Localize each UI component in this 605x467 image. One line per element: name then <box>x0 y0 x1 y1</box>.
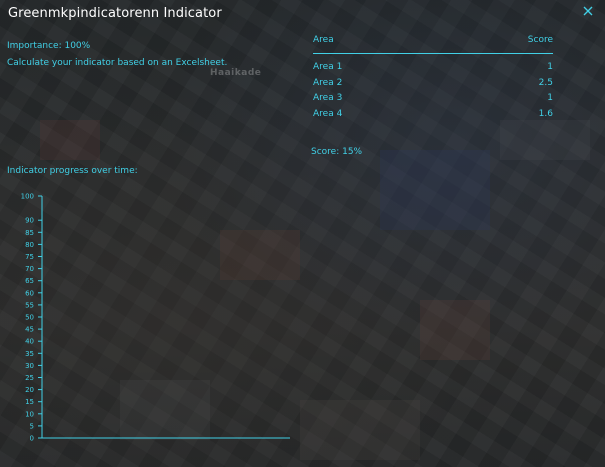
table-row: Area 2 2.5 <box>313 78 553 94</box>
column-header-area: Area <box>313 35 334 45</box>
y-tick-label: 30 <box>25 362 34 370</box>
y-tick-label: 10 <box>25 410 34 418</box>
y-tick-label: 60 <box>25 289 34 297</box>
area-cell: Area 1 <box>313 62 343 72</box>
y-tick-label: 25 <box>25 374 34 382</box>
chart-title: Indicator progress over time: <box>7 166 138 176</box>
score-cell: 1 <box>547 93 553 103</box>
score-cell: 1 <box>547 62 553 72</box>
table-row: Area 1 1 <box>313 62 553 78</box>
y-tick-label: 50 <box>25 314 34 322</box>
y-tick-label: 80 <box>25 241 34 249</box>
area-cell: Area 3 <box>313 93 343 103</box>
close-icon[interactable] <box>581 4 595 18</box>
y-tick-label: 45 <box>25 326 34 334</box>
importance-text: Importance: 100% <box>7 41 91 51</box>
progress-chart: 0 5 10 15 20 25 30 35 40 45 50 55 60 65 70 75 80 85 90 100 <box>21 193 290 443</box>
y-tick-label: 75 <box>25 253 34 261</box>
header-divider <box>313 53 553 54</box>
y-tick-label: 40 <box>25 338 34 346</box>
y-tick-label: 5 <box>30 422 34 430</box>
y-tick-label: 85 <box>25 229 34 237</box>
area-cell: Area 4 <box>313 108 343 119</box>
column-header-score: Score <box>527 35 553 45</box>
score-cell: 2.5 <box>538 77 553 88</box>
y-tick-label: 100 <box>21 193 34 201</box>
area-score-table: Area Score Area 1 1 Area 2 2.5 Area 3 1 … <box>313 35 553 124</box>
y-axis: 0 5 10 15 20 25 30 35 40 45 50 55 60 65 70 75 80 85 90 100 <box>21 193 290 443</box>
description-text: Calculate your indicator based on an Exc… <box>7 58 228 68</box>
indicator-panel: Greenmkpindicatorenn Indicator Importanc… <box>0 0 605 467</box>
y-tick-label: 70 <box>25 265 34 273</box>
area-cell: Area 2 <box>313 77 343 88</box>
y-tick-label: 15 <box>25 398 34 406</box>
score-cell: 1.6 <box>538 108 553 119</box>
panel-title: Greenmkpindicatorenn Indicator <box>8 6 222 21</box>
map-label: Haaikade <box>210 68 262 78</box>
y-tick-label: 65 <box>25 277 34 285</box>
total-score: Score: 15% <box>311 147 363 157</box>
table-row: Area 3 1 <box>313 93 553 109</box>
y-tick-label: 55 <box>25 301 34 309</box>
y-tick-label: 35 <box>25 350 34 358</box>
table-row: Area 4 1.6 <box>313 109 553 125</box>
y-tick-label: 90 <box>25 217 34 225</box>
table-header: Area Score <box>313 35 553 51</box>
y-tick-label: 0 <box>30 435 34 443</box>
y-tick-label: 20 <box>25 386 34 394</box>
